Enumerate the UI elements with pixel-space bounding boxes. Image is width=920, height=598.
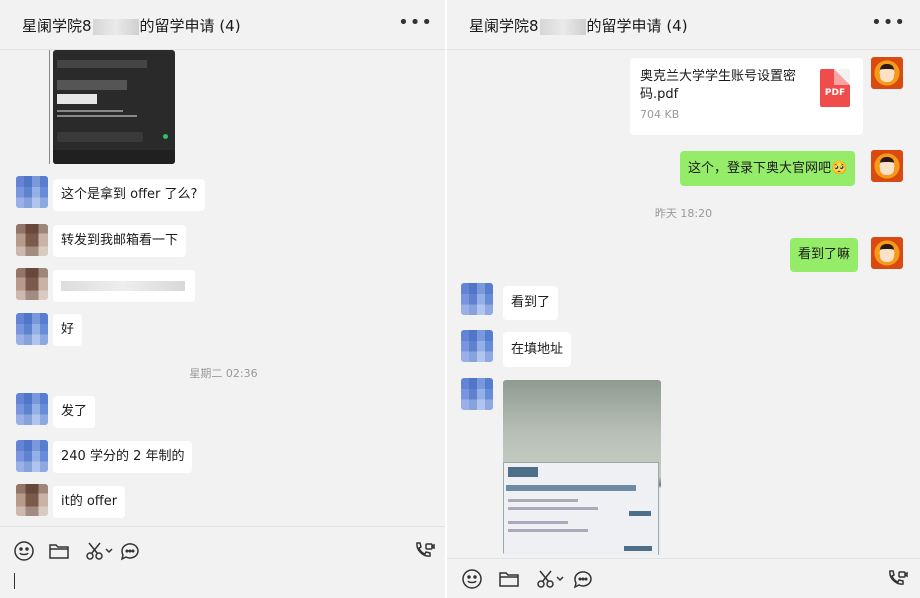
message-bubble[interactable]: it的 offer: [53, 486, 126, 518]
video-call-icon[interactable]: [885, 567, 909, 591]
redacted-text: [61, 280, 185, 291]
avatar[interactable]: [16, 313, 48, 345]
pane-divider: [445, 0, 447, 598]
screenshot-content: [57, 115, 137, 117]
file-name: 奥克兰大学学生账号设置密码.pdf: [640, 69, 797, 102]
image-message[interactable]: [53, 50, 175, 164]
avatar[interactable]: [16, 268, 48, 300]
photo-message[interactable]: [503, 380, 661, 555]
scissors-icon[interactable]: [84, 539, 114, 563]
file-size: 704 KB: [640, 108, 680, 121]
message-bubble[interactable]: 这个是拿到 offer 了么?: [53, 179, 206, 211]
chat-icon[interactable]: [118, 539, 142, 563]
avatar[interactable]: [461, 330, 493, 362]
avatar[interactable]: [16, 224, 48, 256]
message-bubble-redacted[interactable]: [53, 270, 195, 302]
screenshot-content: [57, 94, 97, 104]
emoji-icon[interactable]: [460, 567, 484, 591]
chat-title: 星阑学院8 的留学申请 (4): [22, 17, 241, 35]
message-bubble[interactable]: 在填地址: [503, 332, 572, 367]
screenshot-content: [57, 80, 127, 90]
chat-header: 星阑学院8 的留学申请 (4) •••: [0, 0, 447, 50]
message-bubble[interactable]: 转发到我邮箱看一下: [53, 225, 187, 257]
video-call-icon[interactable]: [412, 539, 436, 563]
input-toolbar: [0, 526, 447, 598]
avatar[interactable]: [16, 176, 48, 208]
image-edge-line: [49, 50, 50, 164]
message-timestamp: 昨天 18:20: [654, 207, 713, 220]
screenshot-accent-dot: [163, 134, 168, 139]
avatar-self[interactable]: [871, 57, 903, 89]
file-message[interactable]: 奥克兰大学学生账号设置密码.pdf 704 KB PDF: [630, 58, 863, 135]
redacted-block: [539, 18, 586, 35]
pdf-icon: PDF: [820, 69, 850, 107]
message-bubble-self[interactable]: 看到了嘛: [790, 238, 859, 272]
app-window: 星阑学院8 的留学申请 (4) ••• 这个是拿到 offer 了么? 转发到我邮…: [0, 0, 920, 598]
avatar[interactable]: [16, 484, 48, 516]
scissors-icon[interactable]: [535, 567, 565, 591]
folder-icon[interactable]: [47, 539, 71, 563]
message-bubble-self[interactable]: 这个，登录下奥大官网吧🥺: [680, 151, 856, 186]
screenshot-content: [57, 132, 143, 142]
avatar[interactable]: [461, 283, 493, 315]
more-options-button[interactable]: •••: [398, 12, 433, 33]
photo-screen: [503, 462, 659, 555]
input-toolbar: [447, 558, 920, 598]
chat-title: 星阑学院8 的留学申请 (4): [469, 17, 688, 35]
screenshot-toolbar: [53, 150, 175, 164]
folder-icon[interactable]: [497, 567, 521, 591]
chat-icon[interactable]: [571, 567, 595, 591]
message-bubble[interactable]: 看到了: [503, 286, 559, 320]
screenshot-content: [57, 110, 123, 112]
message-timestamp: 星期二 02:36: [189, 367, 258, 380]
screenshot-content: [57, 60, 147, 68]
avatar-self[interactable]: [871, 237, 903, 269]
avatar[interactable]: [461, 378, 493, 410]
chat-pane-right: 星阑学院8 的留学申请 (4) ••• 奥克兰大学学生账号设置密码.pdf 704…: [447, 0, 920, 598]
chat-pane-left: 星阑学院8 的留学申请 (4) ••• 这个是拿到 offer 了么? 转发到我邮…: [0, 0, 447, 598]
text-cursor[interactable]: [14, 573, 15, 589]
avatar[interactable]: [16, 440, 48, 472]
message-bubble[interactable]: 240 学分的 2 年制的: [53, 441, 193, 473]
message-bubble[interactable]: 好: [53, 314, 83, 346]
more-options-button[interactable]: •••: [871, 12, 906, 33]
avatar-self[interactable]: [871, 150, 903, 182]
chat-header: 星阑学院8 的留学申请 (4) •••: [447, 0, 920, 50]
emoji-icon[interactable]: [12, 539, 36, 563]
avatar[interactable]: [16, 393, 48, 425]
redacted-block: [92, 18, 139, 35]
message-bubble[interactable]: 发了: [53, 396, 96, 428]
